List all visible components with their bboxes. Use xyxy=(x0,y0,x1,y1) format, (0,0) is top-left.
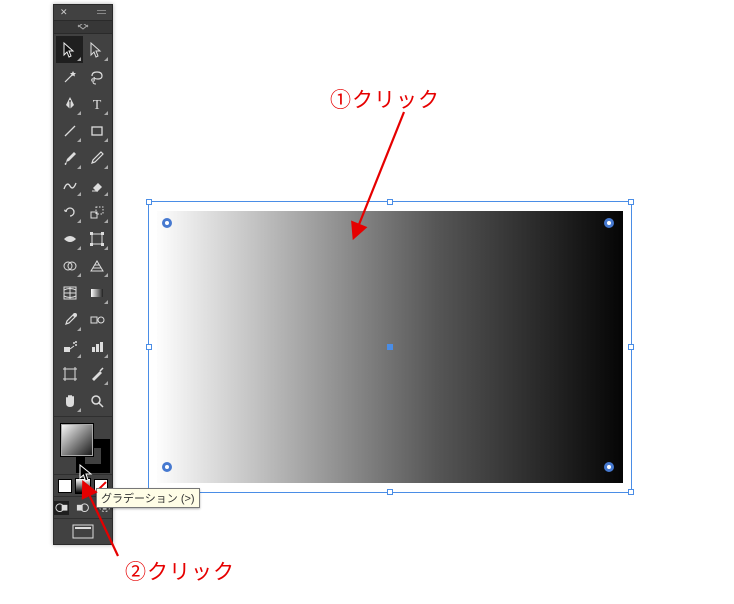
panel-collapse-tab[interactable] xyxy=(54,20,112,34)
slice-tool[interactable] xyxy=(83,360,110,387)
artboard-tool[interactable] xyxy=(56,360,83,387)
gradient-tool[interactable] xyxy=(83,279,110,306)
panel-titlebar[interactable]: ✕ xyxy=(54,5,112,20)
anchor-nw[interactable] xyxy=(162,218,172,228)
step2-label: ②クリック xyxy=(125,556,235,586)
svg-text:T: T xyxy=(92,98,101,113)
paintbrush-tool[interactable] xyxy=(56,144,83,171)
column-graph-tool[interactable] xyxy=(83,333,110,360)
anchor-ne[interactable] xyxy=(604,218,614,228)
draw-behind-button[interactable] xyxy=(75,501,90,515)
handle-n[interactable] xyxy=(387,199,393,205)
direct-selection-tool[interactable] xyxy=(83,36,110,63)
rotate-tool[interactable] xyxy=(56,198,83,225)
rectangle-tool[interactable] xyxy=(83,117,110,144)
handle-nw[interactable] xyxy=(146,199,152,205)
scale-tool[interactable] xyxy=(83,198,110,225)
handle-ne[interactable] xyxy=(628,199,634,205)
gradient-rectangle[interactable] xyxy=(157,211,623,483)
pencil-tool[interactable] xyxy=(83,144,110,171)
eyedropper-tool[interactable] xyxy=(56,306,83,333)
anchor-se[interactable] xyxy=(604,462,614,472)
mesh-tool[interactable] xyxy=(56,279,83,306)
step1-label: ①クリック xyxy=(330,84,440,114)
width-tool[interactable] xyxy=(56,225,83,252)
type-tool[interactable]: T xyxy=(83,90,110,117)
free-transform-tool[interactable] xyxy=(83,225,110,252)
handle-s[interactable] xyxy=(387,489,393,495)
gradient-tooltip: グラデーション (>) xyxy=(96,488,200,508)
handle-e[interactable] xyxy=(628,344,634,350)
anchor-sw[interactable] xyxy=(162,462,172,472)
pen-tool[interactable] xyxy=(56,90,83,117)
shape-builder-tool[interactable] xyxy=(56,252,83,279)
shaper-tool[interactable] xyxy=(56,171,83,198)
screen-mode-row xyxy=(54,518,112,544)
symbol-sprayer-tool[interactable] xyxy=(56,333,83,360)
zoom-tool[interactable] xyxy=(83,387,110,414)
eraser-tool[interactable] xyxy=(83,171,110,198)
tool-grid: T xyxy=(54,34,112,416)
fill-color-swatch[interactable] xyxy=(60,423,94,457)
cursor-icon xyxy=(78,464,96,484)
hand-tool[interactable] xyxy=(56,387,83,414)
close-icon[interactable]: ✕ xyxy=(60,8,68,17)
handle-se[interactable] xyxy=(628,489,634,495)
screen-mode-button[interactable] xyxy=(70,523,96,541)
grip-icon[interactable] xyxy=(97,8,106,17)
draw-normal-button[interactable] xyxy=(54,501,69,515)
lasso-tool[interactable] xyxy=(83,63,110,90)
line-segment-tool[interactable] xyxy=(56,117,83,144)
selection-tool[interactable] xyxy=(56,36,83,63)
perspective-grid-tool[interactable] xyxy=(83,252,110,279)
handle-w[interactable] xyxy=(146,344,152,350)
magic-wand-tool[interactable] xyxy=(56,63,83,90)
color-fill-button[interactable] xyxy=(58,479,72,493)
blend-tool[interactable] xyxy=(83,306,110,333)
tooltip-text: グラデーション (>) xyxy=(101,493,195,505)
